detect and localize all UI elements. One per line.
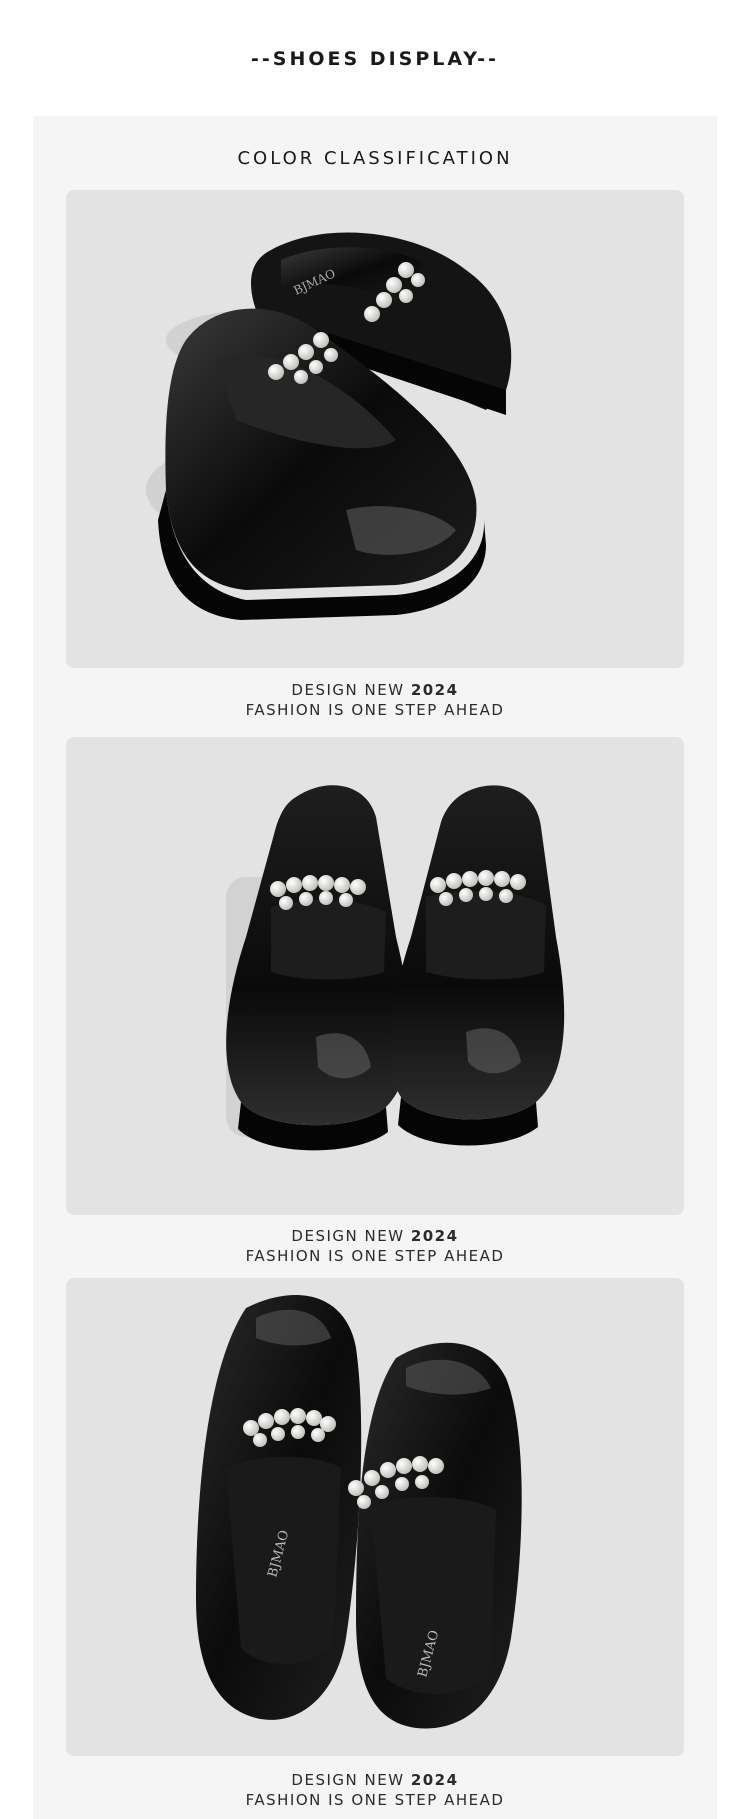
caption-line-2: FASHION IS ONE STEP AHEAD (245, 1791, 505, 1809)
caption-line-2: FASHION IS ONE STEP AHEAD (245, 1247, 505, 1265)
shoe-side-angle-image: BJMAO (146, 232, 512, 620)
caption-line-2: FASHION IS ONE STEP AHEAD (245, 701, 505, 719)
product-caption-2: DESIGN NEW 2024 FASHION IS ONE STEP AHEA… (0, 1226, 750, 1266)
product-photo-3: BJMAO BJMAO (66, 1278, 684, 1756)
caption-line-1: DESIGN NEW 2024 (291, 1771, 459, 1789)
shoe-front-image (226, 785, 565, 1151)
product-caption-3: DESIGN NEW 2024 FASHION IS ONE STEP AHEA… (0, 1770, 750, 1810)
caption-line-1: DESIGN NEW 2024 (291, 681, 459, 699)
product-caption-1: DESIGN NEW 2024 FASHION IS ONE STEP AHEA… (0, 680, 750, 720)
section-title: COLOR CLASSIFICATION (237, 148, 513, 169)
page-title: --SHOES DISPLAY-- (251, 48, 499, 70)
product-photo-2 (66, 737, 684, 1215)
product-photo-1: BJMAO (66, 190, 684, 668)
shoe-top-down-image: BJMAO BJMAO (196, 1295, 522, 1729)
caption-line-1: DESIGN NEW 2024 (291, 1227, 459, 1245)
